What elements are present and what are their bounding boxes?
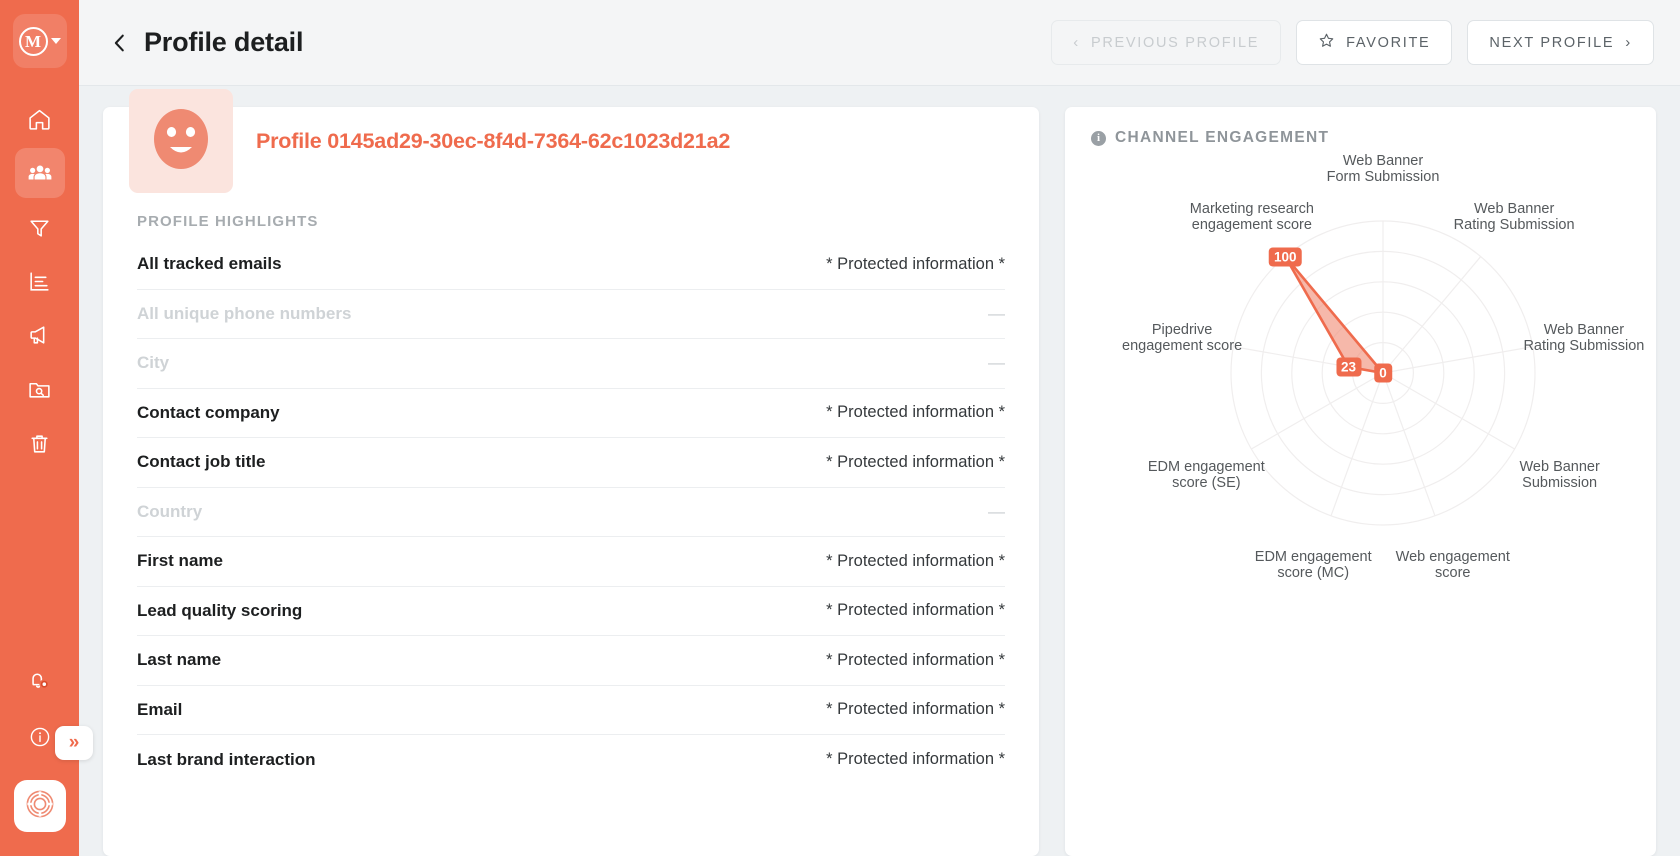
chevron-down-icon — [50, 38, 61, 44]
home-icon — [27, 107, 52, 132]
row-label: First name — [137, 551, 223, 571]
row-label: City — [137, 353, 170, 373]
smiley-face-avatar — [143, 101, 219, 182]
brand-logo-button[interactable]: M — [12, 14, 67, 68]
next-profile-button[interactable]: NEXT PROFILE › — [1467, 20, 1654, 65]
people-icon — [27, 160, 53, 186]
profile-highlights-card: Profile 0145ad29-30ec-8f4d-7364-62c1023d… — [103, 89, 1039, 856]
star-icon — [1318, 32, 1335, 53]
row-value: — — [988, 353, 1005, 373]
chevron-right-icon: › — [1625, 34, 1632, 51]
row-value: — — [988, 501, 1005, 521]
radar-axis-label: Web Banner Form Submission — [1326, 153, 1440, 185]
account-avatar-icon — [23, 787, 57, 826]
top-bar: Profile detail ‹ PREVIOUS PROFILE FAVORI… — [79, 0, 1680, 86]
sidebar-item-home[interactable] — [15, 94, 65, 144]
expand-sidebar-button[interactable]: » — [55, 726, 93, 760]
profile-highlights-list: All tracked emails * Protected informati… — [137, 240, 1005, 785]
radar-value-chip: 0 — [1374, 363, 1392, 383]
previous-profile-button[interactable]: ‹ PREVIOUS PROFILE — [1051, 20, 1282, 65]
radar-axis-label: Web Banner Rating Submission — [1453, 200, 1575, 233]
bar-chart-icon — [27, 269, 52, 294]
row-value: * Protected information * — [826, 750, 1005, 769]
brand-logo-icon: M — [18, 26, 48, 56]
page-title: Profile detail — [144, 27, 304, 57]
radar-axis-label: Marketing research engagement score — [1189, 200, 1314, 233]
radar-axis-label: Web engagement score — [1395, 548, 1510, 581]
sidebar-item-library[interactable] — [15, 364, 65, 414]
content-area: Profile 0145ad29-30ec-8f4d-7364-62c1023d… — [79, 86, 1680, 856]
sidebar-item-campaigns[interactable] — [15, 310, 65, 360]
table-row: Lead quality scoring * Protected informa… — [137, 587, 1005, 636]
table-row: Contact job title * Protected informatio… — [137, 438, 1005, 488]
sidebar: M » — [0, 0, 93, 856]
row-label: Lead quality scoring — [137, 600, 303, 620]
app-root: M » Profile detail ‹ PREVIOUS PROFILE FA… — [0, 0, 1680, 856]
radar-axis-label: Web Banner Rating Submission — [1523, 321, 1645, 354]
row-value: * Protected information * — [826, 601, 1005, 620]
table-row: Last name * Protected information * — [137, 636, 1005, 686]
radar-axis-label: Web Banner Submission — [1519, 459, 1600, 491]
row-value: * Protected information * — [826, 551, 1005, 570]
favorite-button[interactable]: FAVORITE — [1296, 20, 1453, 65]
table-row: City — — [137, 339, 1005, 389]
row-value: * Protected information * — [826, 650, 1005, 669]
row-label: Last brand interaction — [137, 749, 316, 769]
sidebar-item-trash[interactable] — [15, 418, 65, 468]
info-circle-icon — [28, 725, 52, 749]
table-row: All tracked emails * Protected informati… — [137, 240, 1005, 290]
row-label: Email — [137, 699, 183, 719]
radar-value-chip: 23 — [1336, 357, 1362, 377]
back-chevron-icon[interactable] — [105, 28, 135, 58]
table-row: First name * Protected information * — [137, 537, 1005, 587]
favorite-label: FAVORITE — [1346, 34, 1431, 51]
table-row: Last brand interaction * Protected infor… — [137, 735, 1005, 785]
row-value: * Protected information * — [826, 452, 1005, 471]
table-row: Contact company * Protected information … — [137, 389, 1005, 438]
trash-icon — [27, 431, 52, 456]
row-value: * Protected information * — [826, 254, 1005, 273]
row-label: Contact company — [137, 402, 280, 422]
bell-alert-icon — [26, 668, 53, 695]
next-profile-label: NEXT PROFILE — [1489, 34, 1615, 51]
main-area: Profile detail ‹ PREVIOUS PROFILE FAVORI… — [79, 0, 1680, 856]
folder-search-icon — [27, 377, 52, 402]
table-row: Email * Protected information * — [137, 686, 1005, 735]
table-row: Country — — [137, 488, 1005, 537]
channel-engagement-card: i CHANNEL ENGAGEMENT Web Banner Form Sub… — [1065, 107, 1656, 856]
table-row: All unique phone numbers — — [137, 290, 1005, 339]
profile-highlights-label: PROFILE HIGHLIGHTS — [137, 213, 319, 230]
row-value: * Protected information * — [826, 403, 1005, 422]
radar-value-chip: 100 — [1269, 247, 1302, 267]
panel-title: CHANNEL ENGAGEMENT — [1115, 129, 1330, 146]
row-label: Last name — [137, 650, 222, 670]
profile-header: Profile 0145ad29-30ec-8f4d-7364-62c1023d… — [137, 89, 1005, 193]
sidebar-nav — [14, 94, 65, 468]
sidebar-item-notifications[interactable] — [15, 656, 65, 706]
row-label: Country — [137, 501, 203, 521]
profile-avatar — [129, 89, 233, 193]
radar-axis-label: EDM engagement score (MC) — [1254, 548, 1372, 581]
funnel-icon — [27, 215, 52, 240]
info-circle-icon[interactable]: i — [1091, 130, 1106, 146]
sidebar-item-profiles[interactable] — [14, 148, 65, 198]
profile-id-text: Profile 0145ad29-30ec-8f4d-7364-62c1023d… — [256, 128, 731, 153]
radar-chart: Web Banner Form Submission Web Banner Rat… — [1091, 151, 1644, 581]
row-label: All unique phone numbers — [137, 303, 352, 323]
account-avatar-button[interactable] — [13, 780, 66, 832]
row-value: * Protected information * — [826, 700, 1005, 719]
sidebar-item-segments[interactable] — [15, 202, 65, 252]
row-label: Contact job title — [137, 452, 266, 472]
previous-profile-label: PREVIOUS PROFILE — [1090, 34, 1260, 51]
chevron-left-icon: ‹ — [1073, 34, 1080, 51]
radar-axis-label: EDM engagement score (SE) — [1147, 459, 1265, 491]
sidebar-item-reports[interactable] — [15, 256, 65, 306]
channel-engagement-header: i CHANNEL ENGAGEMENT — [1091, 129, 1630, 147]
row-value: — — [988, 303, 1005, 323]
megaphone-icon — [27, 323, 52, 348]
top-bar-actions: ‹ PREVIOUS PROFILE FAVORITE NEXT PROFILE… — [1051, 20, 1654, 65]
row-label: All tracked emails — [137, 254, 282, 274]
radar-axis-label: Pipedrive engagement score — [1122, 321, 1243, 354]
